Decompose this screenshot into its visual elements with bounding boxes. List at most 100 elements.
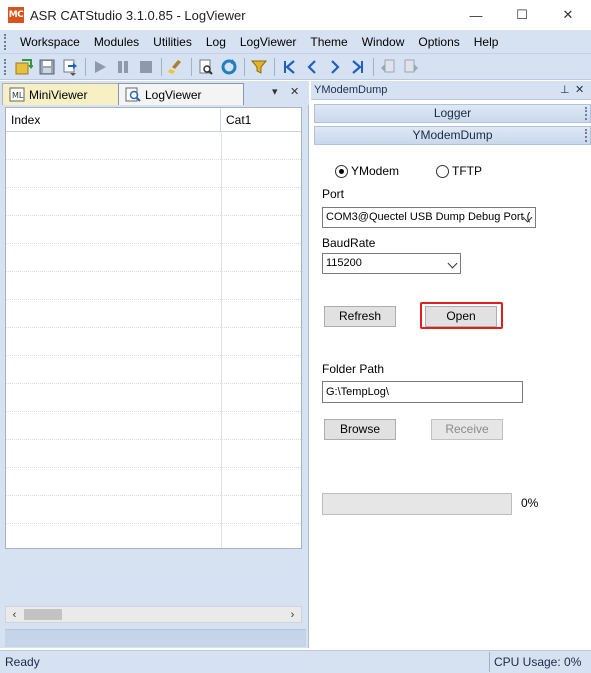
minimize-button[interactable]: — [453, 0, 499, 30]
export-button[interactable] [59, 56, 81, 78]
open-button[interactable] [13, 56, 35, 78]
filter-icon [251, 60, 267, 74]
baudrate-select[interactable]: 115200 [322, 253, 461, 274]
menu-utilities[interactable]: Utilities [146, 30, 199, 54]
scroll-left-icon[interactable]: ‹ [7, 607, 22, 622]
save-button[interactable] [36, 56, 58, 78]
table-row[interactable] [6, 328, 301, 356]
table-row[interactable] [6, 132, 301, 160]
toolbar-separator [373, 57, 374, 76]
radio-tftp[interactable]: TFTP [436, 164, 482, 178]
toolbar-separator [161, 57, 162, 76]
menu-log[interactable]: Log [199, 30, 233, 54]
menu-help[interactable]: Help [467, 30, 506, 54]
menu-options[interactable]: Options [411, 30, 466, 54]
menu-window[interactable]: Window [355, 30, 412, 54]
menu-modules[interactable]: Modules [87, 30, 146, 54]
last-button[interactable] [347, 56, 369, 78]
tab-list-dropdown-icon[interactable]: ▾ [272, 85, 278, 98]
next-button[interactable] [324, 56, 346, 78]
menu-theme[interactable]: Theme [303, 30, 354, 54]
close-panel-icon[interactable]: ✕ [575, 81, 584, 99]
column-header-cat1[interactable]: Cat1 [221, 108, 301, 132]
table-row[interactable] [6, 384, 301, 412]
table-row[interactable] [6, 468, 301, 496]
log-panel: ML MiniViewer LogViewer ▾ ✕ Index Cat1 ‹… [0, 81, 309, 648]
clear-icon [168, 59, 181, 74]
panel-title: YModemDump ⊥ ✕ [311, 81, 591, 100]
find-button[interactable] [195, 56, 217, 78]
radio-ymodem[interactable]: YModem [335, 164, 399, 178]
radio-tftp-circle[interactable] [436, 164, 449, 178]
bookmark-prev-button[interactable] [377, 56, 399, 78]
play-button[interactable] [89, 56, 111, 78]
pause-button[interactable] [112, 56, 134, 78]
section-grip [585, 107, 588, 120]
pin-icon[interactable]: ⊥ [560, 81, 570, 99]
table-row[interactable] [6, 356, 301, 384]
table-row[interactable] [6, 244, 301, 272]
close-window-button[interactable]: ✕ [545, 0, 591, 30]
document-tabstrip: ML MiniViewer LogViewer ▾ ✕ [0, 81, 309, 105]
export-icon [63, 59, 77, 76]
menu-bar: Workspace Modules Utilities Log LogViewe… [0, 30, 591, 54]
radio-ymodem-label: YModem [351, 164, 400, 178]
receive-button[interactable]: Receive [431, 419, 503, 440]
horizontal-scrollbar[interactable]: ‹ › [5, 606, 302, 623]
table-row[interactable] [6, 272, 301, 300]
menu-workspace[interactable]: Workspace [13, 30, 87, 54]
table-row[interactable] [6, 440, 301, 468]
table-row[interactable] [6, 216, 301, 244]
cpu-usage: CPU Usage: 0% [489, 652, 581, 672]
folder-path-field[interactable]: G:\TempLog\ [322, 381, 523, 403]
port-select[interactable]: COM3@Quectel USB Dump Debug Port ( [322, 207, 536, 228]
radio-ymodem-circle[interactable] [335, 164, 348, 178]
open-icon [15, 58, 33, 74]
section-grip [585, 129, 588, 142]
toolbar-separator [244, 57, 245, 76]
table-row[interactable] [6, 160, 301, 188]
radio-tftp-label: TFTP [452, 164, 482, 178]
clear-button[interactable] [165, 56, 187, 78]
maximize-button[interactable]: ☐ [499, 0, 545, 30]
section-logger[interactable]: Logger [314, 104, 591, 123]
progress-bar [322, 493, 512, 515]
table-row[interactable] [6, 412, 301, 440]
app-logo-icon: MC [8, 7, 24, 23]
tab-logviewer[interactable]: LogViewer [118, 83, 244, 105]
section-ymodemdump-label: YModemDump [412, 128, 493, 142]
scrollbar-thumb[interactable] [24, 609, 62, 620]
first-button[interactable] [278, 56, 300, 78]
bookmark-next-button[interactable] [400, 56, 422, 78]
baudrate-label: BaudRate [322, 236, 376, 250]
close-tab-icon[interactable]: ✕ [290, 85, 299, 98]
reload-button[interactable] [218, 56, 240, 78]
table-row[interactable] [6, 524, 301, 548]
refresh-button[interactable]: Refresh [324, 306, 396, 327]
scroll-right-icon[interactable]: › [285, 607, 300, 622]
section-ymodemdump[interactable]: YModemDump [314, 126, 591, 145]
menu-grip[interactable] [4, 33, 7, 50]
tab-miniviewer[interactable]: ML MiniViewer [2, 83, 120, 105]
log-grid: Index Cat1 [5, 107, 302, 673]
filter-button[interactable] [248, 56, 270, 78]
browse-button[interactable]: Browse [324, 419, 396, 440]
table-header: Index Cat1 [6, 108, 301, 132]
miniviewer-icon: ML [9, 87, 25, 102]
tab-miniviewer-label: MiniViewer [29, 87, 88, 102]
next-icon [331, 59, 340, 74]
menu-logviewer[interactable]: LogViewer [233, 30, 303, 54]
port-value: COM3@Quectel USB Dump Debug Port ( [326, 211, 531, 223]
log-table[interactable]: Index Cat1 [5, 107, 302, 549]
column-header-index[interactable]: Index [6, 108, 221, 132]
play-icon [95, 60, 106, 73]
toolbar-grip[interactable] [4, 58, 7, 75]
table-row[interactable] [6, 496, 301, 524]
stop-button[interactable] [135, 56, 157, 78]
table-row[interactable] [6, 300, 301, 328]
prev-button[interactable] [301, 56, 323, 78]
baudrate-value: 115200 [326, 257, 362, 269]
table-row[interactable] [6, 188, 301, 216]
open-button[interactable]: Open [425, 306, 497, 327]
minimize-icon: — [469, 7, 483, 23]
